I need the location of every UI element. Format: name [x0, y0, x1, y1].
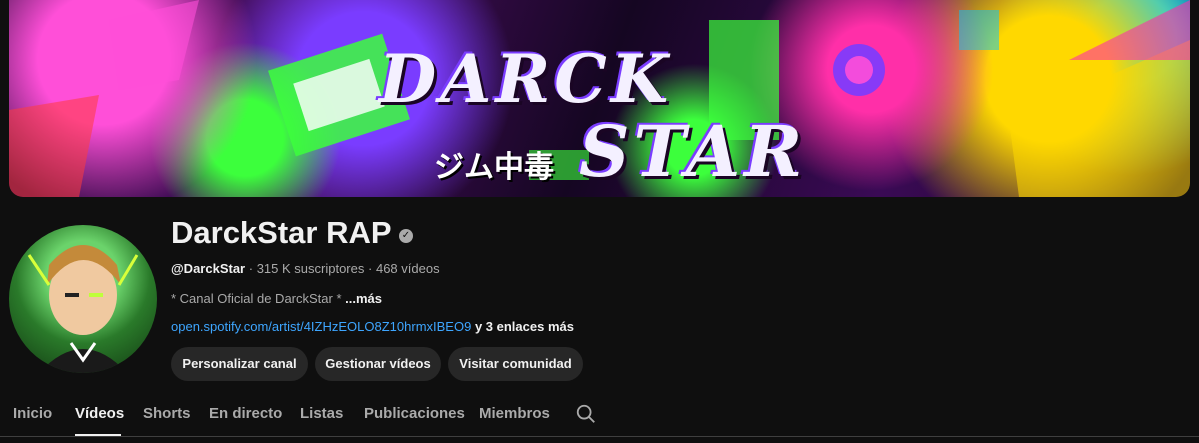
channel-banner: DARCK STAR ジム中毒: [9, 0, 1190, 197]
channel-tabs: Inicio Vídeos Shorts En directo Listas P…: [0, 395, 1199, 443]
subscriber-count: 315 K suscriptores: [256, 261, 365, 276]
description-more-link[interactable]: ...más: [345, 291, 382, 306]
tab-miembros[interactable]: Miembros: [479, 405, 550, 422]
channel-handle: @DarckStar: [171, 261, 246, 276]
banner-title-line2: STAR: [579, 110, 807, 193]
channel-name: DarckStar RAP: [171, 215, 392, 250]
meta-separator: ·: [248, 261, 254, 276]
verified-check-icon: ✓: [399, 229, 413, 243]
tab-videos[interactable]: Vídeos: [75, 405, 124, 422]
manage-videos-button[interactable]: Gestionar vídeos: [315, 347, 441, 381]
channel-avatar[interactable]: [9, 225, 157, 373]
search-icon[interactable]: [575, 403, 597, 425]
visit-community-button[interactable]: Visitar comunidad: [448, 347, 583, 381]
customize-channel-button[interactable]: Personalizar canal: [171, 347, 308, 381]
channel-links: open.spotify.com/artist/4IZHzEOLO8Z10hrm…: [171, 319, 574, 334]
banner-kanji: ジム中毒: [434, 150, 554, 185]
channel-meta: @DarckStar · 315 K suscriptores · 468 ví…: [171, 261, 440, 276]
tab-inicio[interactable]: Inicio: [13, 405, 52, 422]
video-count: 468 vídeos: [375, 261, 440, 276]
tab-shorts[interactable]: Shorts: [143, 405, 191, 422]
more-links-button[interactable]: y 3 enlaces más: [475, 319, 574, 334]
spotify-link[interactable]: open.spotify.com/artist/4IZHzEOLO8Z10hrm…: [171, 319, 471, 334]
tab-listas[interactable]: Listas: [300, 405, 343, 422]
description-text: * Canal Oficial de DarckStar *: [171, 291, 346, 306]
tab-en-directo[interactable]: En directo: [209, 405, 282, 422]
avatar-illustration: [27, 245, 139, 373]
tabs-divider: [0, 436, 1199, 437]
channel-description: * Canal Oficial de DarckStar * ...más: [171, 291, 382, 306]
meta-separator: ·: [368, 261, 373, 276]
banner-title-line1: DARCK: [379, 40, 673, 118]
tab-publicaciones[interactable]: Publicaciones: [364, 405, 465, 422]
